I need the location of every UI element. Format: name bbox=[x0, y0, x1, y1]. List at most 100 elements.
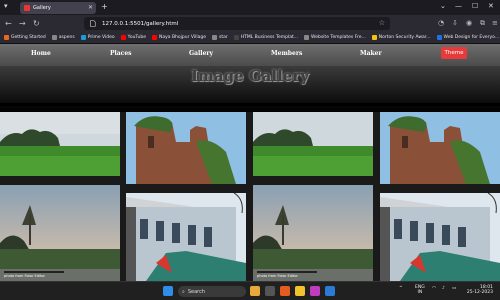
bookmark-item[interactable]: Prime Video bbox=[80, 35, 115, 40]
new-tab-icon[interactable]: + bbox=[101, 2, 108, 11]
bookmark-item[interactable]: aspens bbox=[51, 35, 75, 40]
sunset-photo: photo from Fotor Editor bbox=[0, 185, 120, 281]
language-indicator[interactable]: ENG IN bbox=[415, 285, 425, 295]
theme-button[interactable]: Theme bbox=[441, 47, 467, 59]
site-nav-bar: Home Places Gallery Members Maker Theme bbox=[0, 44, 500, 66]
task-view-icon[interactable] bbox=[265, 286, 275, 296]
image-grid: photo from Fotor Editor photo from Fotor… bbox=[0, 112, 500, 281]
lang-region: IN bbox=[417, 290, 423, 295]
bookmark-label: Norton Security Awar... bbox=[378, 35, 431, 40]
store-icon[interactable] bbox=[310, 286, 320, 296]
navigation-toolbar: ← → ↻ 127.0.0.1:5501/gallery.html ☆ ◔ ⇩ … bbox=[0, 15, 500, 32]
bookmark-label: Web Design for Everyo... bbox=[443, 35, 500, 40]
web-page: Home Places Gallery Members Maker Theme … bbox=[0, 44, 500, 281]
reload-icon[interactable]: ↻ bbox=[33, 19, 40, 28]
photo-caption: photo from Fotor Editor bbox=[4, 274, 45, 278]
photo-caption: photo from Fotor Editor bbox=[257, 274, 298, 278]
bookmark-item[interactable]: YouTube bbox=[120, 35, 146, 40]
bookmark-label: star bbox=[219, 35, 228, 40]
gallery-image-building[interactable] bbox=[380, 193, 500, 281]
bookmark-label: Prime Video bbox=[87, 35, 115, 40]
ruins-photo bbox=[126, 112, 246, 184]
bookmark-label: Naya Bhojpur Village bbox=[158, 35, 207, 40]
gallery-image-building[interactable] bbox=[126, 193, 246, 281]
address-bar[interactable]: 127.0.0.1:5501/gallery.html ☆ bbox=[84, 17, 390, 30]
nav-maker[interactable]: Maker bbox=[360, 50, 382, 57]
widgets-icon[interactable] bbox=[250, 286, 260, 296]
account-icon[interactable]: ◉ bbox=[466, 19, 472, 27]
forward-icon[interactable]: → bbox=[19, 19, 26, 28]
wifi-icon[interactable]: ◠ bbox=[432, 286, 436, 291]
minimize-icon[interactable]: — bbox=[455, 2, 462, 10]
search-label: Search bbox=[187, 288, 205, 295]
maximize-icon[interactable]: ☐ bbox=[472, 2, 478, 10]
menu-icon[interactable]: ≡ bbox=[492, 19, 498, 27]
gallery-image-sunset[interactable]: photo from Fotor Editor bbox=[0, 185, 120, 281]
tab-title: Gallery bbox=[33, 5, 51, 11]
bookmarks-toolbar: Getting Started aspens Prime Video YouTube N… bbox=[0, 32, 500, 44]
volume-icon[interactable]: ♪ bbox=[442, 286, 445, 291]
nav-home[interactable]: Home bbox=[31, 50, 51, 57]
building-photo bbox=[126, 193, 246, 281]
building-photo bbox=[380, 193, 500, 281]
bookmark-favicon-icon bbox=[304, 35, 310, 40]
bookmark-item[interactable]: star bbox=[212, 35, 228, 40]
bookmark-favicon-icon bbox=[436, 35, 442, 40]
start-icon[interactable] bbox=[163, 286, 173, 296]
page-title: Image Gallery bbox=[191, 67, 309, 85]
tab-overflow-icon[interactable]: ⌄ bbox=[440, 2, 446, 10]
bookmark-favicon-icon bbox=[51, 35, 57, 40]
bookmark-item[interactable]: Web Design for Everyo... bbox=[436, 35, 500, 40]
gallery-image-ruins[interactable] bbox=[380, 112, 500, 184]
gallery-image-ruins[interactable] bbox=[126, 112, 246, 184]
bookmark-item[interactable]: Website Templates Fre... bbox=[304, 35, 366, 40]
tab-list-icon[interactable]: ▾ bbox=[4, 2, 8, 10]
browser-tab[interactable]: Gallery ✕ bbox=[20, 2, 96, 14]
bookmark-item[interactable]: Naya Bhojpur Village bbox=[151, 35, 207, 40]
vscode-icon[interactable] bbox=[325, 286, 335, 296]
bookmark-favicon-icon bbox=[80, 35, 86, 40]
bookmark-item[interactable]: HTML Business Templat... bbox=[233, 35, 298, 40]
bookmark-favicon-icon bbox=[371, 35, 377, 40]
search-icon: ⌕ bbox=[182, 288, 185, 295]
close-window-icon[interactable]: ✕ bbox=[488, 2, 494, 10]
close-tab-icon[interactable]: ✕ bbox=[88, 4, 93, 11]
gallery-image-sunset[interactable]: photo from Fotor Editor bbox=[253, 185, 373, 281]
sunset-photo: photo from Fotor Editor bbox=[253, 185, 373, 281]
clock[interactable]: 18:01 25-12-2023 bbox=[465, 285, 493, 295]
windows-taskbar: ⌕ Search ^ ENG IN ◠ ♪ ▭ 18:01 25-12-2023 bbox=[0, 281, 500, 300]
bookmark-label: aspens bbox=[58, 35, 75, 40]
clock-date: 25-12-2023 bbox=[466, 290, 493, 295]
bookmark-favicon-icon bbox=[4, 35, 9, 40]
nav-gallery[interactable]: Gallery bbox=[189, 50, 213, 57]
gallery-image-field[interactable] bbox=[0, 112, 120, 176]
download-icon[interactable]: ⇩ bbox=[452, 19, 458, 27]
browser-tab-strip: ▾ Gallery ✕ + ⌄ — ☐ ✕ bbox=[0, 0, 500, 15]
bookmark-favicon-icon bbox=[212, 35, 218, 40]
bookmark-favicon-icon bbox=[120, 35, 126, 40]
extensions-icon[interactable]: ⧉ bbox=[480, 19, 485, 28]
bookmark-star-icon[interactable]: ☆ bbox=[379, 19, 385, 27]
bookmark-favicon-icon bbox=[151, 35, 157, 40]
file-explorer-icon[interactable] bbox=[295, 286, 305, 296]
nav-places[interactable]: Places bbox=[110, 50, 132, 57]
nav-members[interactable]: Members bbox=[271, 50, 302, 57]
bookmark-item[interactable]: Getting Started bbox=[4, 35, 46, 40]
pocket-icon[interactable]: ◔ bbox=[438, 19, 444, 27]
firefox-icon[interactable] bbox=[280, 286, 290, 296]
gallery-image-field[interactable] bbox=[253, 112, 373, 176]
taskbar-search[interactable]: ⌕ Search bbox=[178, 286, 246, 297]
battery-icon[interactable]: ▭ bbox=[452, 286, 456, 291]
bookmark-favicon-icon bbox=[233, 35, 239, 40]
page-info-icon[interactable] bbox=[89, 20, 96, 27]
url-text: 127.0.0.1:5501/gallery.html bbox=[102, 20, 179, 27]
tray-chevron-icon[interactable]: ^ bbox=[399, 286, 403, 291]
field-photo bbox=[0, 112, 120, 176]
back-icon[interactable]: ← bbox=[5, 19, 12, 28]
bookmark-label: Getting Started bbox=[11, 35, 46, 40]
bookmark-item[interactable]: Norton Security Awar... bbox=[371, 35, 431, 40]
header-divider bbox=[0, 103, 500, 106]
bookmark-label: Website Templates Fre... bbox=[311, 35, 366, 40]
ruins-photo bbox=[380, 112, 500, 184]
field-photo bbox=[253, 112, 373, 176]
